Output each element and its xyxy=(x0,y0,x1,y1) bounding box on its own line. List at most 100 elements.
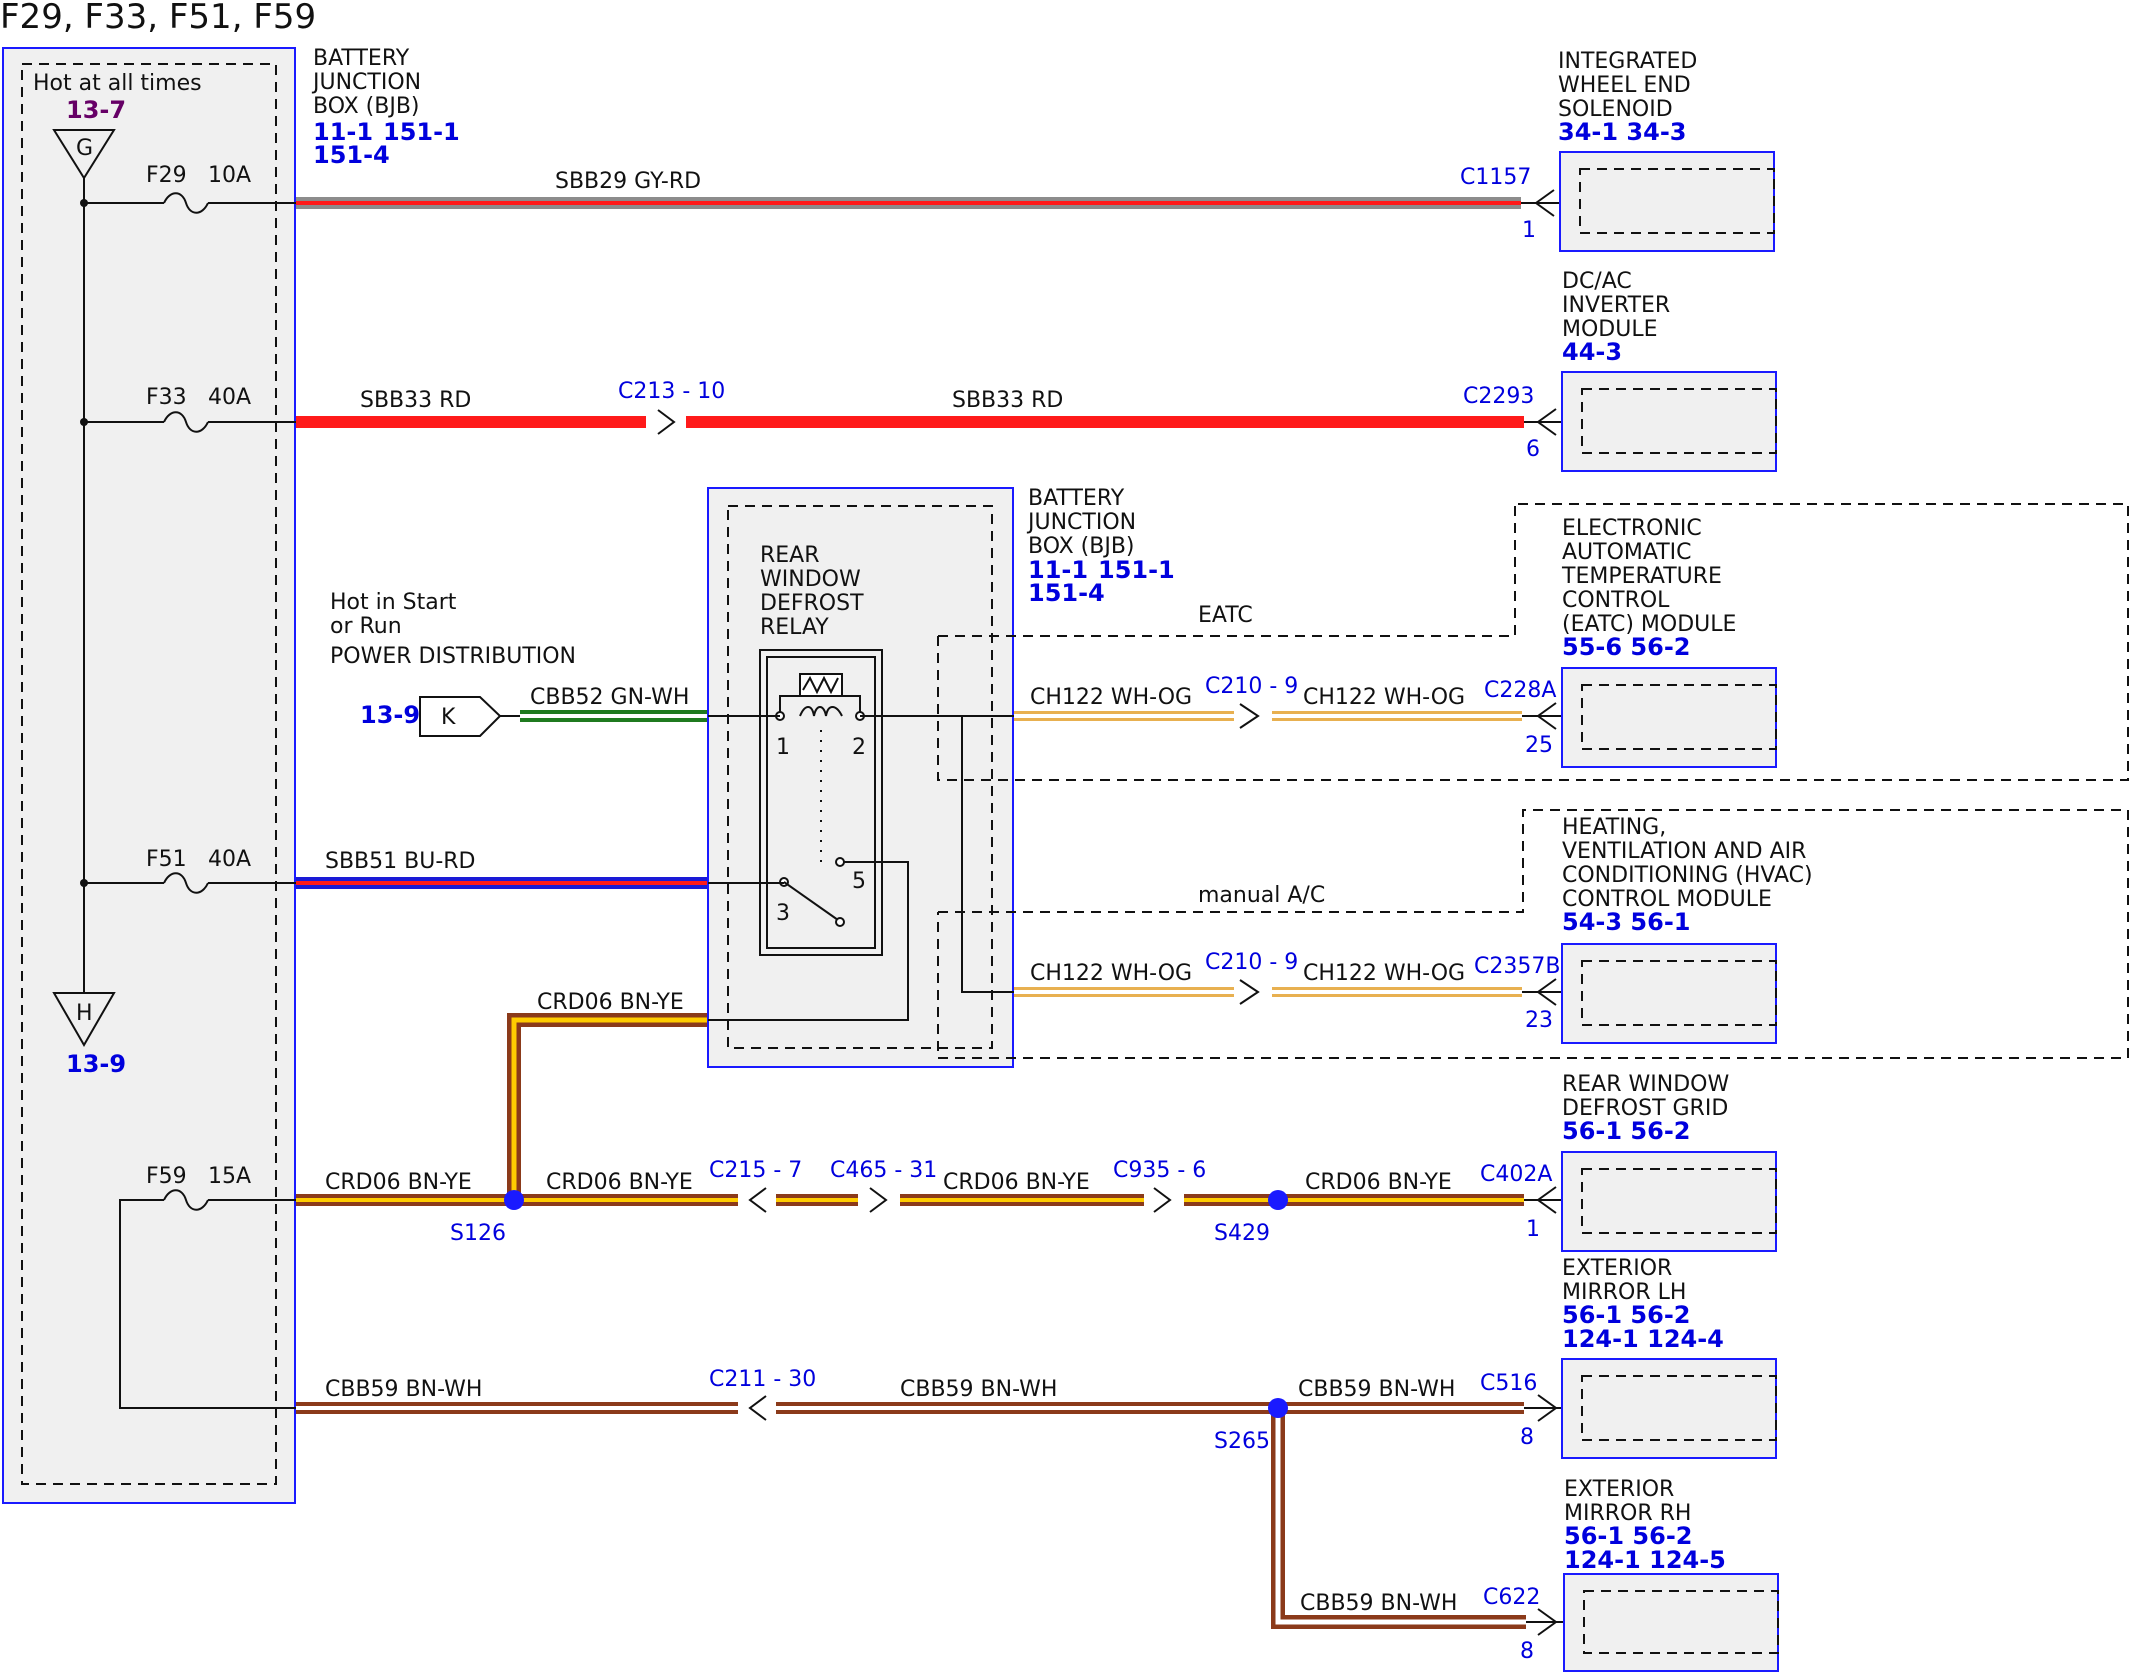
hot-start-line1: Hot in Start xyxy=(330,590,457,615)
svg-text:44-3: 44-3 xyxy=(1562,338,1622,366)
svg-text:8: 8 xyxy=(1520,1639,1534,1664)
component-dc-ac-inverter-module: DC/AC INVERTER MODULE 44-3 xyxy=(1561,269,1777,472)
svg-text:C2293: C2293 xyxy=(1463,384,1534,409)
g-letter: G xyxy=(76,136,93,161)
svg-text:HEATING,VENTILATION AND AIRCON: HEATING, VENTILATION AND AIR CONDITIONING … xyxy=(1562,815,1813,912)
wire-label: CBB59 BN-WH xyxy=(325,1377,482,1402)
manual-option-label: manual A/C xyxy=(1198,883,1325,908)
wire-label: SBB51 BU-RD xyxy=(325,849,476,874)
svg-text:S126: S126 xyxy=(450,1221,506,1246)
svg-text:INTEGRATEDWHEEL ENDSOLENOID: INTEGRATED WHEEL END SOLENOID xyxy=(1558,49,1697,122)
wire-label: CBB59 BN-WH xyxy=(1300,1591,1457,1616)
svg-text:C210 - 9: C210 - 9 xyxy=(1205,674,1298,699)
wire-cbb59: CBB59 BN-WH CBB59 BN-WH CBB59 BN-WH CBB5… xyxy=(296,1377,1580,1629)
svg-text:REAR WINDOWDEFROST GRID: REAR WINDOW DEFROST GRID xyxy=(1562,1072,1729,1121)
wire-label: CRD06 BN-YE xyxy=(325,1170,472,1195)
bjb-ref-151-4: 151-4 xyxy=(313,141,390,169)
hot-at-all-times-label: Hot at all times xyxy=(33,71,202,96)
component-exterior-mirror-rh: EXTERIOR MIRROR RH 56-1 56-2 124-1 124-5 xyxy=(1563,1477,1779,1672)
k-letter: K xyxy=(441,705,456,730)
component-hvac-control-module: HEATING, VENTILATION AND AIR CONDITIONING … xyxy=(1561,815,1813,1044)
wire-label: SBB33 RD xyxy=(360,388,471,413)
fuse-id: F29 xyxy=(146,163,187,188)
svg-text:124-1 124-4: 124-1 124-4 xyxy=(1562,1325,1724,1353)
svg-text:C213 - 10: C213 - 10 xyxy=(618,379,725,404)
bjb-label: BATTERY JUNCTION BOX (BJB) xyxy=(311,46,421,119)
component-integrated-wheel-end-solenoid: INTEGRATED WHEEL END SOLENOID 34-1 34-3 xyxy=(1558,49,1775,252)
svg-text:S265: S265 xyxy=(1214,1429,1270,1454)
fuse-amps: 15A xyxy=(208,1164,251,1189)
wire-label: SBB33 RD xyxy=(952,388,1063,413)
relay-symbol: 1 2 3 5 xyxy=(759,649,883,956)
svg-text:6: 6 xyxy=(1526,437,1540,462)
svg-text:124-1 124-5: 124-1 124-5 xyxy=(1564,1546,1726,1574)
component-eatc-module: ELECTRONIC AUTOMATIC TEMPERATURE CONTROL (EA… xyxy=(1561,516,1777,768)
wire-crd06-relay: CRD06 BN-YE xyxy=(507,990,708,1200)
svg-text:C211 - 30: C211 - 30 xyxy=(709,1367,816,1392)
relay-pin-1: 1 xyxy=(776,735,790,760)
g-reference: 13-7 xyxy=(66,96,126,124)
hot-start-line2: or Run xyxy=(330,614,402,639)
diagram-title: F29, F33, F51, F59 xyxy=(0,0,316,37)
svg-text:C210 - 9: C210 - 9 xyxy=(1205,950,1298,975)
fuse-id: F33 xyxy=(146,385,187,410)
component-rear-window-defrost-grid: REAR WINDOW DEFROST GRID 56-1 56-2 xyxy=(1561,1072,1777,1252)
svg-text:C622: C622 xyxy=(1483,1585,1540,1610)
bjb-left-block: Hot at all times 13-7 G H 13-9 xyxy=(2,47,296,1504)
svg-text:56-1 56-2: 56-1 56-2 xyxy=(1562,1117,1690,1145)
svg-text:ELECTRONICAUTOMATICTEMPERATURE: ELECTRONIC AUTOMATIC TEMPERATURE CONTROL (EA… xyxy=(1561,516,1736,637)
wire-label: CRD06 BN-YE xyxy=(943,1170,1090,1195)
relay-pin-2: 2 xyxy=(852,735,866,760)
k-connector-icon xyxy=(419,696,502,737)
eatc-option-label: EATC xyxy=(1198,603,1253,628)
svg-text:C465 - 31: C465 - 31 xyxy=(830,1158,937,1183)
svg-text:23: 23 xyxy=(1525,1008,1553,1033)
svg-text:1: 1 xyxy=(1526,1217,1540,1242)
svg-text:55-6 56-2: 55-6 56-2 xyxy=(1562,633,1690,661)
wire-sbb29: SBB29 GY-RD xyxy=(296,169,1578,209)
wire-label: CBB59 BN-WH xyxy=(900,1377,1057,1402)
relay-bjb-label: BATTERY JUNCTION BOX (BJB) xyxy=(1026,486,1136,559)
wire-label: CH122 WH-OG xyxy=(1030,961,1192,986)
svg-text:C215 - 7: C215 - 7 xyxy=(709,1158,802,1183)
wire-label: SBB29 GY-RD xyxy=(555,169,701,194)
wire-label: CH122 WH-OG xyxy=(1030,685,1192,710)
fuse-id: F59 xyxy=(146,1164,187,1189)
fuse-amps: 10A xyxy=(208,163,251,188)
wire-sbb51: SBB51 BU-RD xyxy=(296,849,708,889)
relay-pin-3: 3 xyxy=(776,901,790,926)
svg-text:S429: S429 xyxy=(1214,1221,1270,1246)
relay-pin-5: 5 xyxy=(852,869,866,894)
svg-text:C402A: C402A xyxy=(1480,1162,1552,1187)
svg-text:EXTERIORMIRROR RH: EXTERIOR MIRROR RH xyxy=(1564,1477,1691,1526)
relay-bjb-ref-151-1: 151-1 xyxy=(1098,556,1175,584)
relay-bjb-ref-151-4: 151-4 xyxy=(1028,579,1105,607)
svg-text:EXTERIORMIRROR LH: EXTERIOR MIRROR LH xyxy=(1562,1256,1686,1305)
wire-label: CRD06 BN-YE xyxy=(546,1170,693,1195)
svg-text:C1157: C1157 xyxy=(1460,165,1531,190)
svg-text:C228A: C228A xyxy=(1484,678,1556,703)
wire-label: CH122 WH-OG xyxy=(1303,685,1465,710)
fuse-amps: 40A xyxy=(208,847,251,872)
wire-label: CRD06 BN-YE xyxy=(537,990,684,1015)
svg-text:C2357B: C2357B xyxy=(1474,954,1560,979)
component-exterior-mirror-lh: EXTERIOR MIRROR LH 56-1 56-2 124-1 124-4 xyxy=(1561,1256,1777,1459)
svg-text:25: 25 xyxy=(1525,733,1553,758)
power-distribution-label: POWER DISTRIBUTION xyxy=(330,644,576,669)
wiring-diagram: F29, F33, F51, F59 Hot at all times 13-7… xyxy=(0,0,2129,1672)
wire-label: CBB52 GN-WH xyxy=(530,685,689,710)
svg-text:8: 8 xyxy=(1520,1425,1534,1450)
k-reference: 13-9 xyxy=(360,701,420,729)
svg-text:DC/ACINVERTERMODULE: DC/AC INVERTER MODULE xyxy=(1562,269,1670,342)
wire-sbb33: SBB33 RD SBB33 RD xyxy=(296,388,1578,428)
fuse-id: F51 xyxy=(146,847,187,872)
bjb-ref-151-1: 151-1 xyxy=(383,118,460,146)
wire-label: CH122 WH-OG xyxy=(1303,961,1465,986)
svg-text:C935 - 6: C935 - 6 xyxy=(1113,1158,1206,1183)
h-reference: 13-9 xyxy=(66,1050,126,1078)
svg-text:1: 1 xyxy=(1522,218,1536,243)
svg-text:34-1 34-3: 34-1 34-3 xyxy=(1558,118,1686,146)
h-letter: H xyxy=(76,1001,93,1026)
wire-label: CRD06 BN-YE xyxy=(1305,1170,1452,1195)
fuse-amps: 40A xyxy=(208,385,251,410)
